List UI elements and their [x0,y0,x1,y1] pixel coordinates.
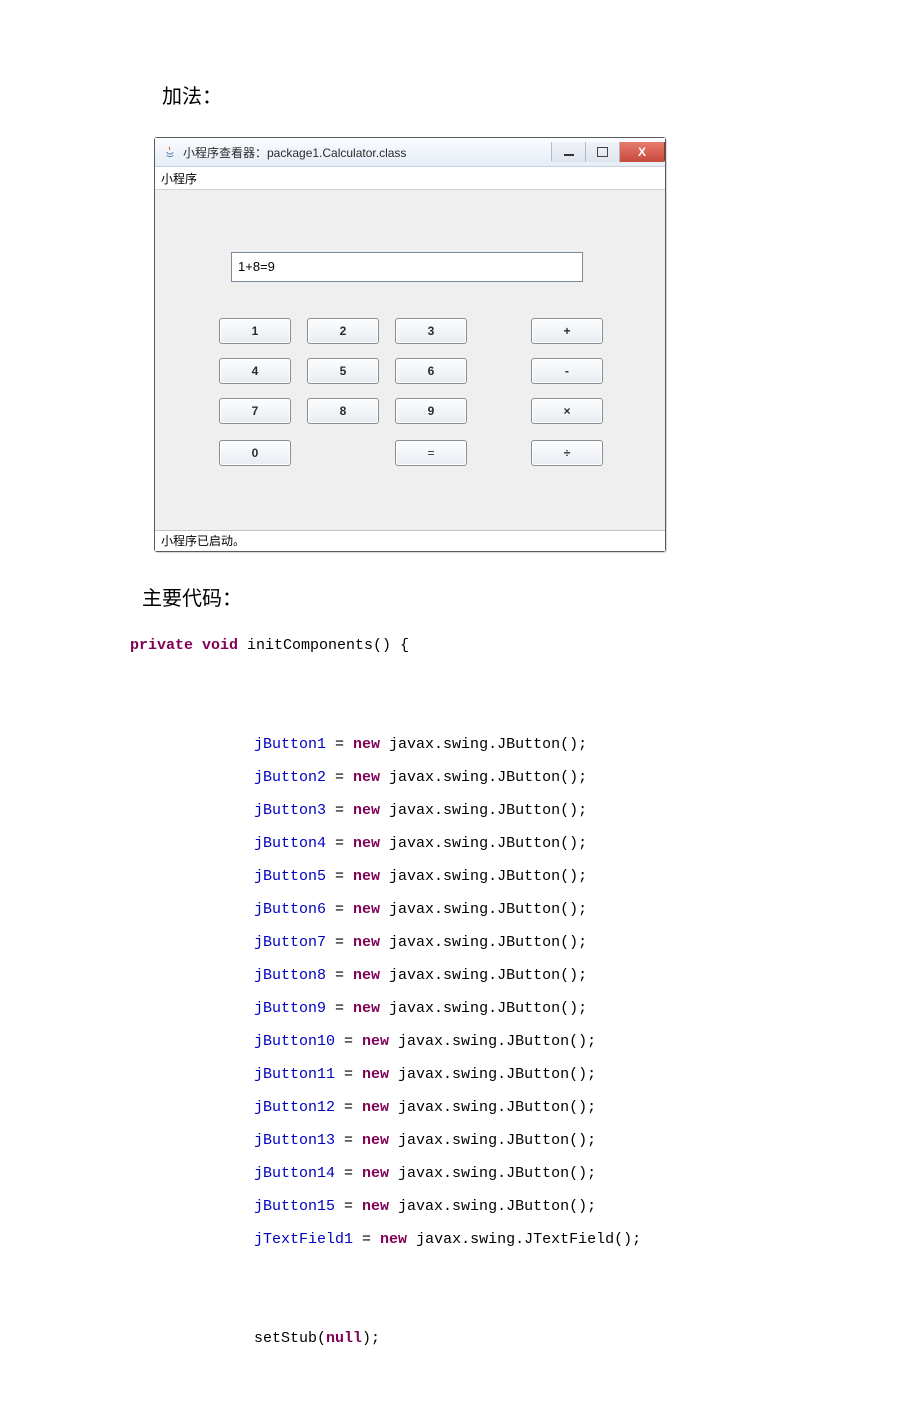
type-jbutton: javax.swing.JButton(); [389,1132,596,1149]
kw-new: new [353,835,380,852]
field-jButton13: jButton13 [254,1132,335,1149]
kw-new: new [362,1066,389,1083]
type-jbutton: javax.swing.JButton(); [380,769,587,786]
button-plus[interactable]: + [531,318,603,344]
button-3[interactable]: 3 [395,318,467,344]
button-equals[interactable]: = [395,440,467,466]
button-minus[interactable]: - [531,358,603,384]
field-jTextField1: jTextField1 [254,1231,353,1248]
button-6[interactable]: 6 [395,358,467,384]
call-setstub-pre: setStub( [254,1330,326,1347]
field-jButton3: jButton3 [254,802,326,819]
client-area: 1+8=9 1 2 3 + 4 5 6 - 7 8 9 × 0 = ÷ [155,190,665,530]
type-jbutton: javax.swing.JButton(); [380,967,587,984]
button-0[interactable]: 0 [219,440,291,466]
window-title: 小程序查看器：package1.Calculator.class [183,144,551,161]
field-jButton8: jButton8 [254,967,326,984]
kw-null: null [326,1330,362,1347]
kw-new: new [362,1198,389,1215]
button-9[interactable]: 9 [395,398,467,424]
minimize-button[interactable] [551,142,585,162]
window-controls: X [551,142,665,162]
type-jbutton: javax.swing.JButton(); [380,934,587,951]
field-jButton2: jButton2 [254,769,326,786]
kw-new: new [362,1132,389,1149]
type-jbutton: javax.swing.JButton(); [380,901,587,918]
type-jbutton: javax.swing.JButton(); [389,1033,596,1050]
kw-new: new [353,967,380,984]
type-jbutton: javax.swing.JButton(); [389,1165,596,1182]
status-bar: 小程序已启动。 [155,530,665,551]
button-5[interactable]: 5 [307,358,379,384]
type-jtextfield: javax.swing.JTextField(); [407,1231,641,1248]
titlebar: 小程序查看器：package1.Calculator.class X [155,138,665,167]
field-jButton7: jButton7 [254,934,326,951]
button-1[interactable]: 1 [219,318,291,344]
field-jButton11: jButton11 [254,1066,335,1083]
kw-new: new [362,1033,389,1050]
type-jbutton: javax.swing.JButton(); [380,736,587,753]
kw-new: new [353,1000,380,1017]
field-jButton6: jButton6 [254,901,326,918]
type-jbutton: javax.swing.JButton(); [389,1198,596,1215]
button-divide[interactable]: ÷ [531,440,603,466]
button-7[interactable]: 7 [219,398,291,424]
type-jbutton: javax.swing.JButton(); [380,1000,587,1017]
maximize-button[interactable] [585,142,619,162]
field-jButton10: jButton10 [254,1033,335,1050]
java-icon [163,145,177,159]
field-jButton1: jButton1 [254,736,326,753]
button-multiply[interactable]: × [531,398,603,424]
display-field[interactable]: 1+8=9 [231,252,583,282]
field-jButton9: jButton9 [254,1000,326,1017]
kw-new: new [362,1165,389,1182]
type-jbutton: javax.swing.JButton(); [389,1066,596,1083]
kw-new: new [353,736,380,753]
type-jbutton: javax.swing.JButton(); [380,802,587,819]
type-jbutton: javax.swing.JButton(); [380,835,587,852]
type-jbutton: javax.swing.JButton(); [389,1099,596,1116]
caption-addition: 加法： [162,80,920,109]
field-jButton4: jButton4 [254,835,326,852]
kw-new: new [353,868,380,885]
field-jButton15: jButton15 [254,1198,335,1215]
menu-applet[interactable]: 小程序 [161,170,197,187]
call-setstub-post: ); [362,1330,380,1347]
field-jButton5: jButton5 [254,868,326,885]
type-jbutton: javax.swing.JButton(); [380,868,587,885]
button-4[interactable]: 4 [219,358,291,384]
button-2[interactable]: 2 [307,318,379,344]
code-block: private void initComponents() { jButton1… [130,629,920,1355]
caption-code: 主要代码： [142,582,920,611]
kw-new: new [353,934,380,951]
kw-new: new [353,802,380,819]
kw-new: new [380,1231,407,1248]
field-jButton14: jButton14 [254,1165,335,1182]
kw-new: new [353,769,380,786]
method-name: initComponents() { [238,637,409,654]
kw-private-void: private void [130,637,238,654]
kw-new: new [353,901,380,918]
applet-window: 小程序查看器：package1.Calculator.class X 小程序 1… [154,137,666,552]
menu-bar: 小程序 [155,167,665,190]
field-jButton12: jButton12 [254,1099,335,1116]
button-8[interactable]: 8 [307,398,379,424]
close-button[interactable]: X [619,142,665,162]
kw-new: new [362,1099,389,1116]
